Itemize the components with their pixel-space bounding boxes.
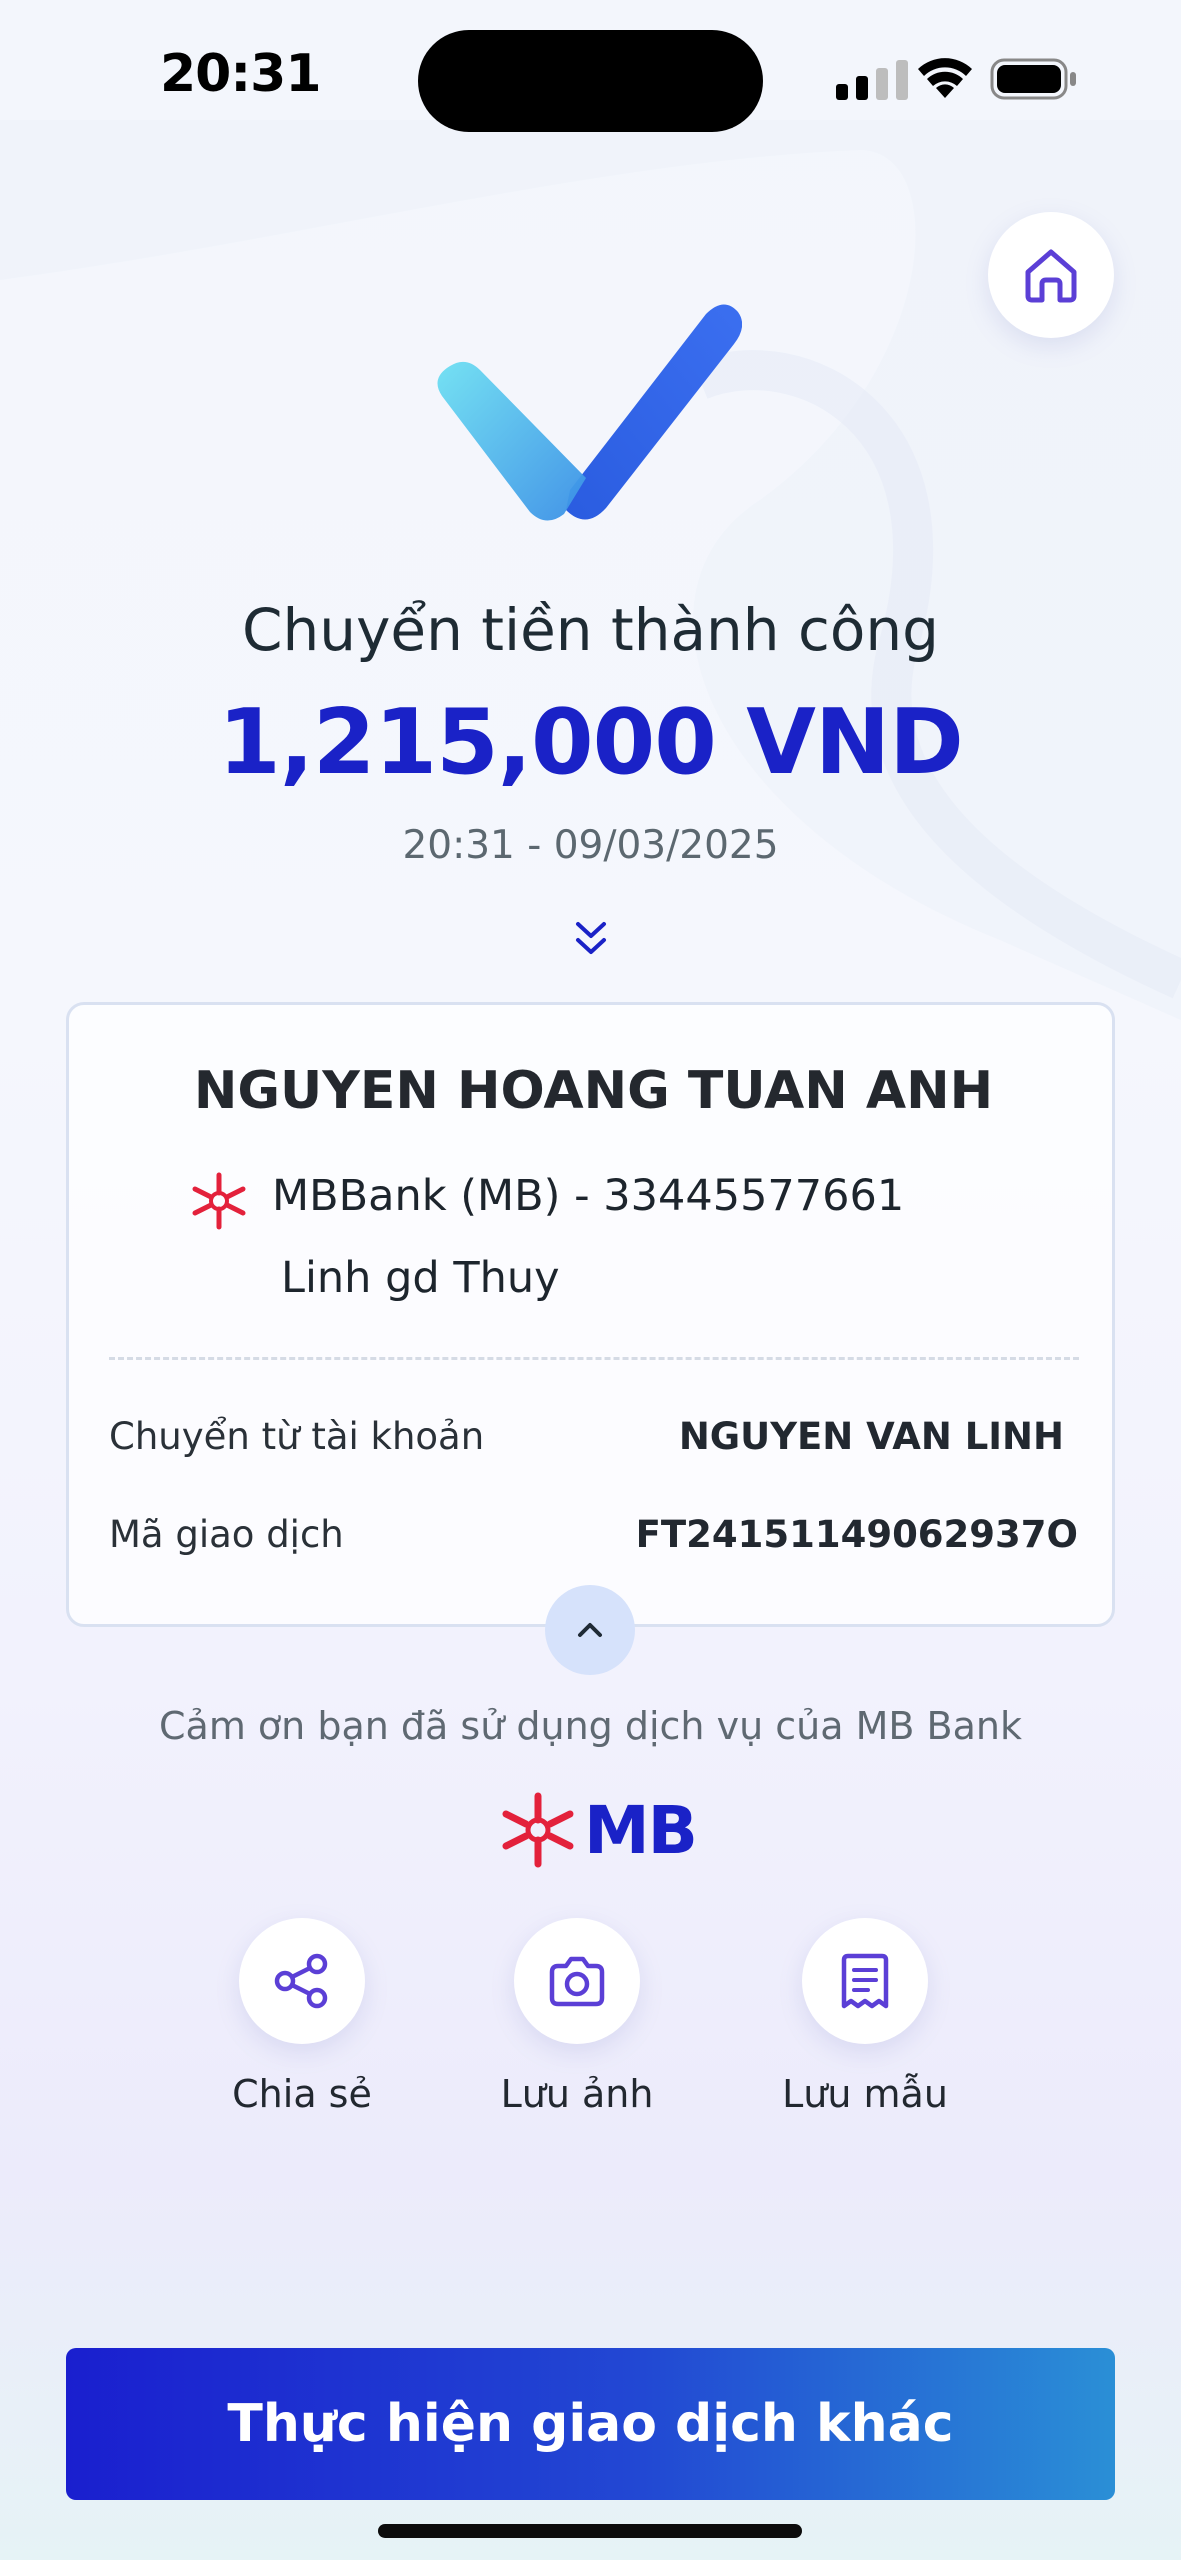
battery-icon <box>990 58 1076 100</box>
share-button[interactable] <box>239 1918 365 2044</box>
result-title: Chuyển tiền thành công <box>242 596 939 664</box>
save-image-label: Lưu ảnh <box>500 2072 654 2116</box>
wifi-icon <box>918 58 972 98</box>
from-account-value: NGUYEN VAN LINH <box>678 1415 1064 1458</box>
dynamic-island <box>418 30 763 132</box>
transaction-id-label: Mã giao dịch <box>109 1513 344 1556</box>
status-bar: 20:31 <box>0 0 1181 150</box>
dashed-divider <box>109 1357 1079 1360</box>
mbbank-logo-icon <box>192 1172 246 1230</box>
cellular-signal-icon <box>836 60 908 100</box>
transfer-datetime: 20:31 - 09/03/2025 <box>402 823 779 868</box>
thank-you-message: Cảm ơn bạn đã sử dụng dịch vụ của MB Ban… <box>159 1704 1022 1748</box>
save-template-button[interactable] <box>802 1918 928 2044</box>
save-image-button[interactable] <box>514 1918 640 2044</box>
home-icon <box>1025 249 1077 303</box>
receipt-icon <box>841 1953 889 2009</box>
recipient-bank-account: MBBank (MB) - 33445577661 <box>272 1171 905 1221</box>
share-label: Chia sẻ <box>232 2072 372 2116</box>
save-image-action[interactable]: Lưu ảnh <box>447 1918 707 2116</box>
transfer-note: Linh gd Thuy <box>281 1253 560 1303</box>
share-action[interactable]: Chia sẻ <box>172 1918 432 2116</box>
new-transaction-button[interactable]: Thực hiện giao dịch khác <box>66 2348 1115 2500</box>
save-template-label: Lưu mẫu <box>782 2072 948 2116</box>
from-account-label: Chuyển từ tài khoản <box>109 1415 485 1458</box>
transaction-detail-card: NGUYEN HOANG TUAN ANH MBBank (MB) - 3344… <box>66 1002 1115 1627</box>
status-time: 20:31 <box>160 44 322 104</box>
mb-brand-text: MB <box>584 1792 698 1869</box>
chevron-double-down-icon[interactable] <box>572 918 610 958</box>
home-indicator[interactable] <box>378 2524 802 2538</box>
transfer-amount: 1,215,000 VND <box>218 690 964 795</box>
share-icon <box>274 1953 328 2009</box>
camera-icon <box>549 1956 605 2007</box>
chevron-up-icon <box>578 1623 602 1637</box>
recipient-name: NGUYEN HOANG TUAN ANH <box>193 1061 994 1121</box>
mb-brand-star-icon <box>502 1792 574 1868</box>
success-check-icon <box>437 304 742 521</box>
collapse-details-button[interactable] <box>545 1585 635 1675</box>
transaction-id-value: FT24151149062937O <box>635 1513 1078 1556</box>
new-transaction-label: Thực hiện giao dịch khác <box>227 2394 954 2454</box>
home-button[interactable] <box>988 212 1114 338</box>
save-template-action[interactable]: Lưu mẫu <box>735 1918 995 2116</box>
